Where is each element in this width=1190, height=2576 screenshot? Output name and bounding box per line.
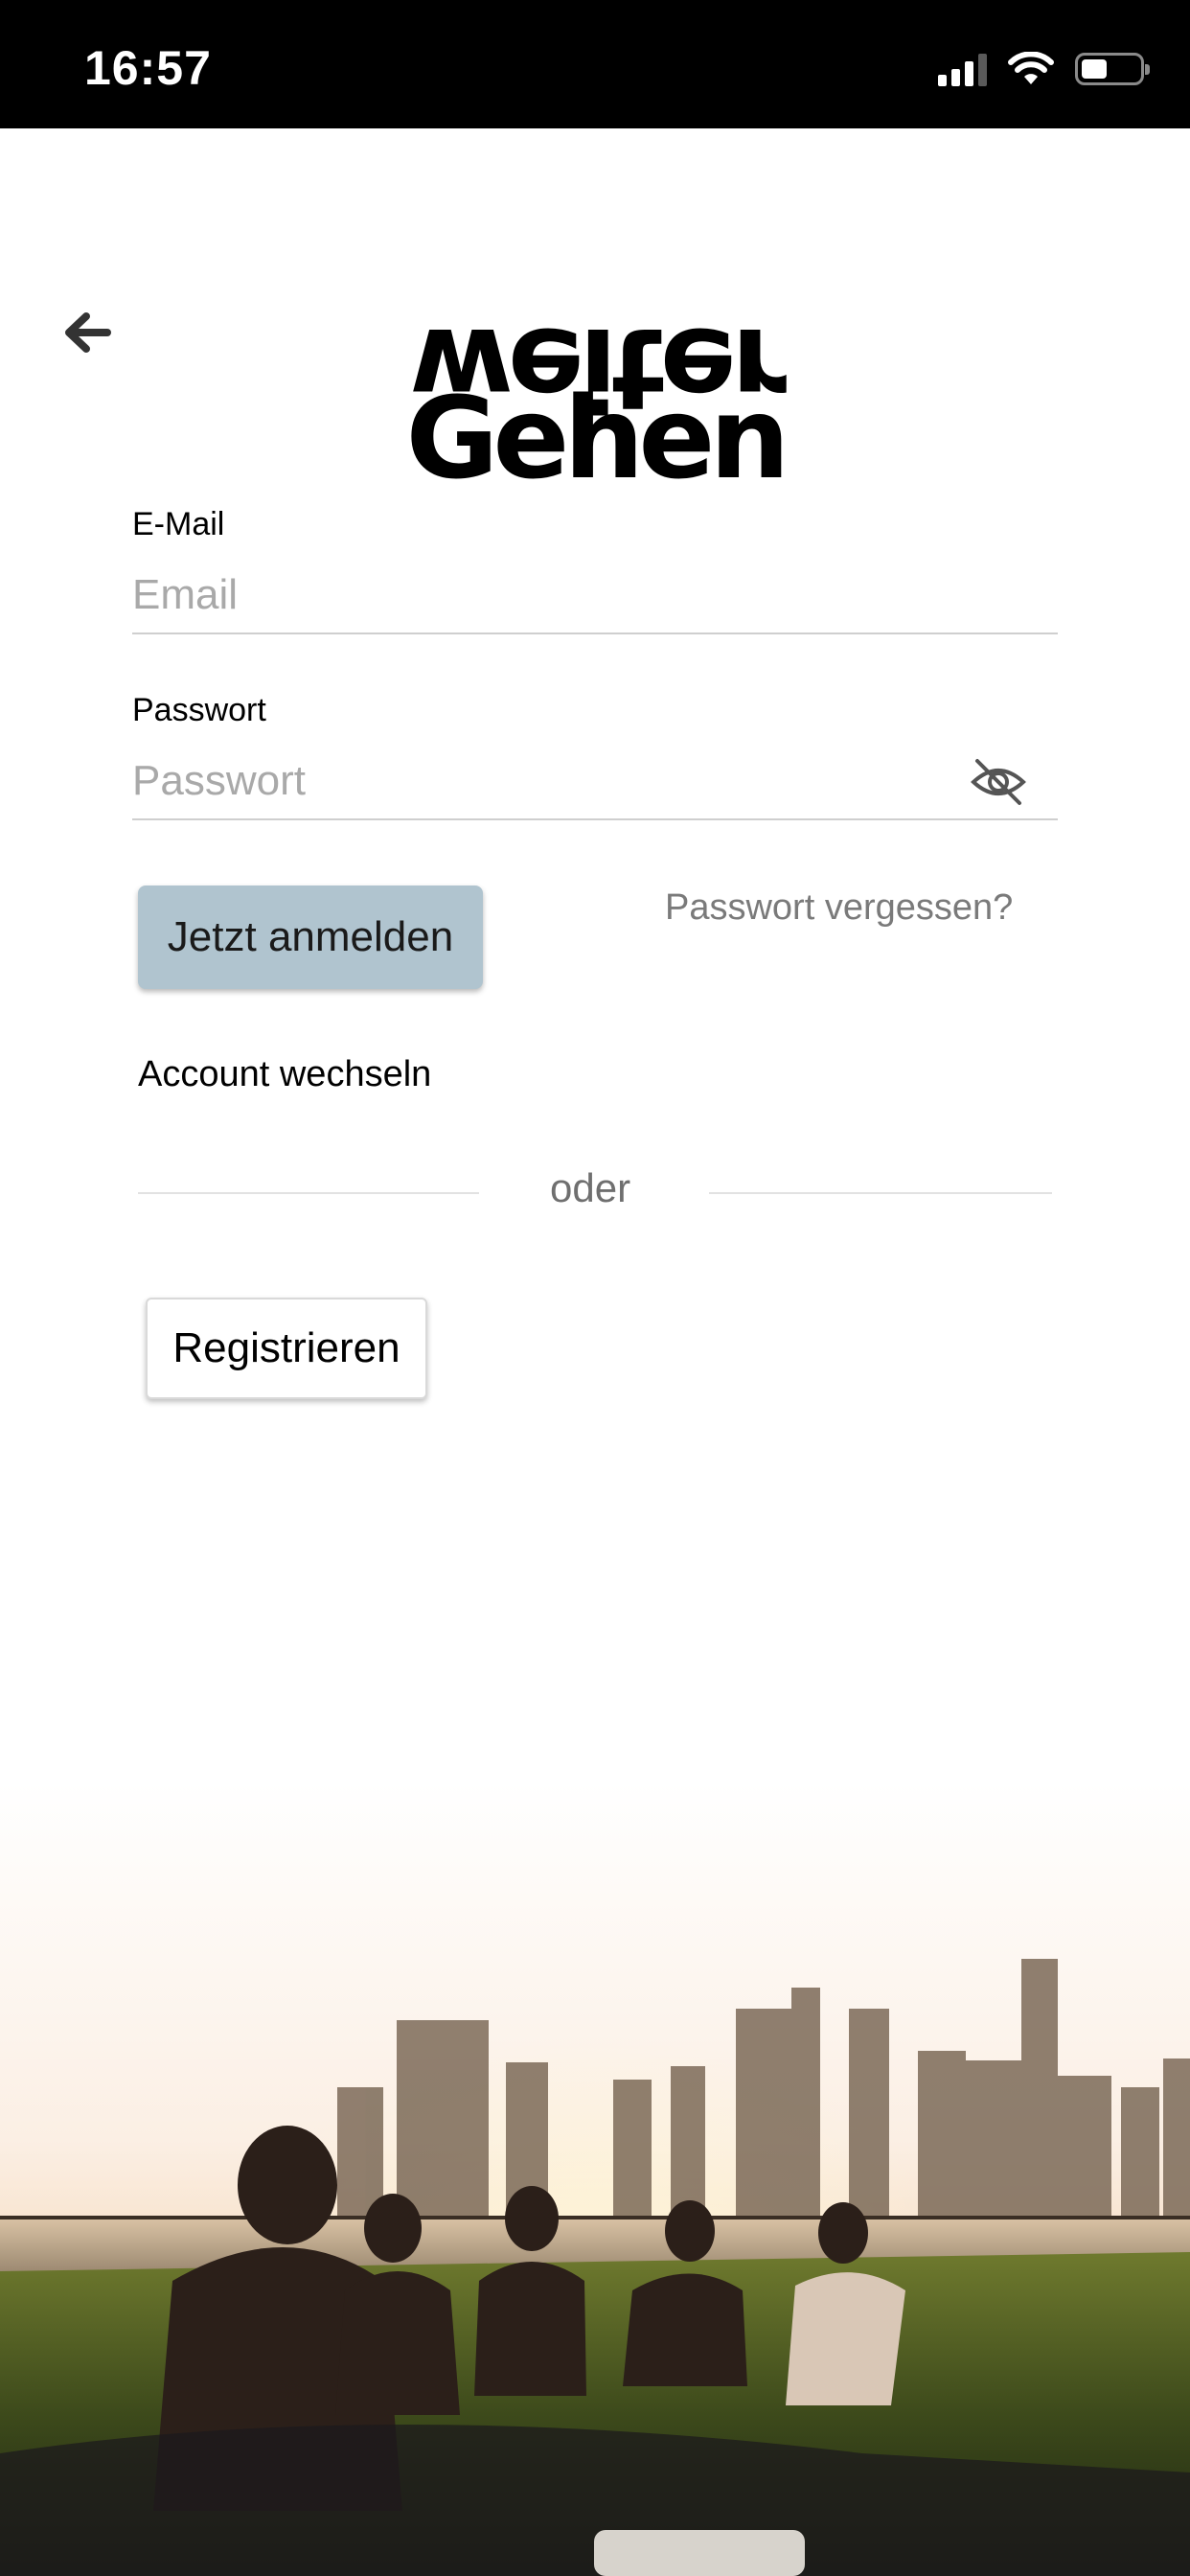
login-button[interactable]: Jetzt anmelden	[138, 886, 483, 989]
forgot-password-link[interactable]: Passwort vergessen?	[665, 887, 1013, 929]
battery-icon	[1075, 53, 1150, 85]
app-logo: weiter Gehen	[406, 305, 792, 485]
cellular-signal-icon	[938, 52, 987, 86]
switch-account-link[interactable]: Account wechseln	[138, 1054, 431, 1095]
logo-line2: Gehen	[406, 372, 785, 485]
register-button[interactable]: Registrieren	[146, 1298, 427, 1399]
divider-label: oder	[550, 1165, 631, 1210]
back-arrow-icon[interactable]	[57, 303, 117, 362]
email-label: E-Mail	[132, 506, 225, 542]
background-photo	[0, 1782, 1190, 2576]
divider-line-left	[138, 1192, 479, 1194]
email-input[interactable]	[132, 558, 1058, 634]
divider-line-right	[709, 1192, 1052, 1194]
status-time: 16:57	[84, 41, 212, 95]
password-input[interactable]	[132, 744, 1058, 820]
password-label: Passwort	[132, 692, 266, 728]
status-icons	[938, 52, 1150, 86]
wifi-icon	[1008, 52, 1054, 84]
eye-slash-icon[interactable]	[968, 751, 1029, 813]
status-bar: 16:57	[0, 0, 1190, 128]
